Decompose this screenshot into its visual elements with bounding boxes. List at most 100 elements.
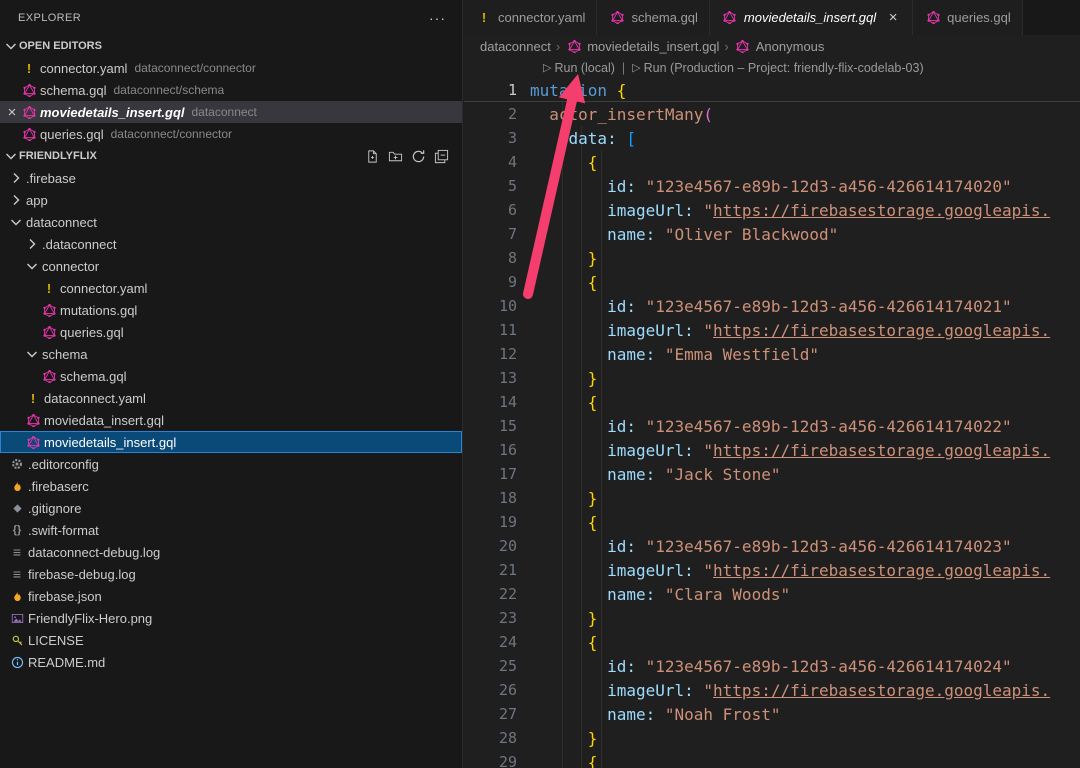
line-number[interactable]: 2: [464, 105, 530, 123]
workspace-header[interactable]: FRIENDLYFLIX: [0, 145, 462, 167]
line-number[interactable]: 17: [464, 465, 530, 483]
code-line-24[interactable]: 24 {: [464, 630, 1080, 654]
code-line-8[interactable]: 8 }: [464, 246, 1080, 270]
tree-item-.dataconnect[interactable]: .dataconnect: [0, 233, 462, 255]
code-line-2[interactable]: 2 actor_insertMany(: [464, 102, 1080, 126]
code-line-17[interactable]: 17 name: "Jack Stone": [464, 462, 1080, 486]
line-number[interactable]: 26: [464, 681, 530, 699]
breadcrumb-item-Anonymous[interactable]: Anonymous: [734, 39, 825, 54]
close-icon[interactable]: ×: [885, 10, 901, 25]
breadcrumb-item-moviedetails_insert.gql[interactable]: moviedetails_insert.gql: [565, 39, 719, 54]
code-line-18[interactable]: 18 }: [464, 486, 1080, 510]
tree-item-connector[interactable]: connector: [0, 255, 462, 277]
codelens-run-local[interactable]: ▷ Run (local): [543, 61, 615, 75]
code-line-1[interactable]: 1mutation {: [464, 78, 1080, 102]
new-file-icon[interactable]: [364, 148, 380, 164]
code-line-5[interactable]: 5 id: "123e4567-e89b-12d3-a456-426614174…: [464, 174, 1080, 198]
tree-item-connector.yaml[interactable]: !connector.yaml: [0, 277, 462, 299]
line-number[interactable]: 7: [464, 225, 530, 243]
code-line-11[interactable]: 11 imageUrl: "https://firebasestorage.go…: [464, 318, 1080, 342]
code-line-15[interactable]: 15 id: "123e4567-e89b-12d3-a456-42661417…: [464, 414, 1080, 438]
close-icon[interactable]: ×: [4, 105, 20, 120]
tree-item-mutations.gql[interactable]: mutations.gql: [0, 299, 462, 321]
tree-item-schema[interactable]: schema: [0, 343, 462, 365]
code-line-10[interactable]: 10 id: "123e4567-e89b-12d3-a456-42661417…: [464, 294, 1080, 318]
open-editor-schema.gql[interactable]: schema.gqldataconnect/schema: [0, 79, 462, 101]
line-number[interactable]: 27: [464, 705, 530, 723]
tree-item-app[interactable]: app: [0, 189, 462, 211]
line-number[interactable]: 24: [464, 633, 530, 651]
tree-item-.firebaserc[interactable]: .firebaserc: [0, 475, 462, 497]
code-line-13[interactable]: 13 }: [464, 366, 1080, 390]
code-line-22[interactable]: 22 name: "Clara Woods": [464, 582, 1080, 606]
line-number[interactable]: 4: [464, 153, 530, 171]
line-number[interactable]: 22: [464, 585, 530, 603]
code-line-6[interactable]: 6 imageUrl: "https://firebasestorage.goo…: [464, 198, 1080, 222]
collapse-all-icon[interactable]: [433, 148, 449, 164]
code-line-20[interactable]: 20 id: "123e4567-e89b-12d3-a456-42661417…: [464, 534, 1080, 558]
tree-item-queries.gql[interactable]: queries.gql: [0, 321, 462, 343]
tree-item-moviedetails_insert.gql[interactable]: moviedetails_insert.gql: [0, 431, 462, 453]
open-editor-moviedetails_insert.gql[interactable]: ×moviedetails_insert.gqldataconnect: [0, 101, 462, 123]
tree-item-dataconnect[interactable]: dataconnect: [0, 211, 462, 233]
line-number[interactable]: 5: [464, 177, 530, 195]
new-folder-icon[interactable]: [387, 148, 403, 164]
code-line-12[interactable]: 12 name: "Emma Westfield": [464, 342, 1080, 366]
open-editor-queries.gql[interactable]: queries.gqldataconnect/connector: [0, 123, 462, 145]
code-line-27[interactable]: 27 name: "Noah Frost": [464, 702, 1080, 726]
line-number[interactable]: 23: [464, 609, 530, 627]
line-number[interactable]: 16: [464, 441, 530, 459]
code-line-14[interactable]: 14 {: [464, 390, 1080, 414]
tree-item-dataconnect-debug.log[interactable]: ≡dataconnect-debug.log: [0, 541, 462, 563]
line-number[interactable]: 14: [464, 393, 530, 411]
codelens-run-production[interactable]: ▷ Run (Production – Project: friendly-fl…: [632, 61, 923, 75]
tree-item-dataconnect.yaml[interactable]: !dataconnect.yaml: [0, 387, 462, 409]
code-line-26[interactable]: 26 imageUrl: "https://firebasestorage.go…: [464, 678, 1080, 702]
line-number[interactable]: 25: [464, 657, 530, 675]
breadcrumb-item-dataconnect[interactable]: dataconnect: [480, 39, 551, 54]
tree-item-LICENSE[interactable]: LICENSE: [0, 629, 462, 651]
open-editor-connector.yaml[interactable]: !connector.yamldataconnect/connector: [0, 57, 462, 79]
code-line-28[interactable]: 28 }: [464, 726, 1080, 750]
line-number[interactable]: 1: [464, 81, 530, 99]
code-line-25[interactable]: 25 id: "123e4567-e89b-12d3-a456-42661417…: [464, 654, 1080, 678]
refresh-icon[interactable]: [410, 148, 426, 164]
line-number[interactable]: 8: [464, 249, 530, 267]
line-number[interactable]: 6: [464, 201, 530, 219]
code-line-29[interactable]: 29 {: [464, 750, 1080, 768]
tree-item-README.md[interactable]: README.md: [0, 651, 462, 673]
tree-item-schema.gql[interactable]: schema.gql: [0, 365, 462, 387]
tab-queries.gql[interactable]: queries.gql: [913, 0, 1023, 35]
code-line-9[interactable]: 9 {: [464, 270, 1080, 294]
line-number[interactable]: 18: [464, 489, 530, 507]
code-line-19[interactable]: 19 {: [464, 510, 1080, 534]
tab-connector.yaml[interactable]: !connector.yaml: [464, 0, 597, 35]
code-line-3[interactable]: 3 data: [: [464, 126, 1080, 150]
code-line-23[interactable]: 23 }: [464, 606, 1080, 630]
line-number[interactable]: 15: [464, 417, 530, 435]
code-line-21[interactable]: 21 imageUrl: "https://firebasestorage.go…: [464, 558, 1080, 582]
tab-moviedetails_insert.gql[interactable]: moviedetails_insert.gql×: [710, 0, 913, 35]
more-actions-icon[interactable]: ···: [429, 10, 446, 26]
tab-schema.gql[interactable]: schema.gql: [597, 0, 709, 35]
code-line-4[interactable]: 4 {: [464, 150, 1080, 174]
line-number[interactable]: 10: [464, 297, 530, 315]
line-number[interactable]: 13: [464, 369, 530, 387]
tree-item-firebase-debug.log[interactable]: ≡firebase-debug.log: [0, 563, 462, 585]
tree-item-firebase.json[interactable]: firebase.json: [0, 585, 462, 607]
line-number[interactable]: 3: [464, 129, 530, 147]
tree-item-.firebase[interactable]: .firebase: [0, 167, 462, 189]
code-line-7[interactable]: 7 name: "Oliver Blackwood": [464, 222, 1080, 246]
line-number[interactable]: 9: [464, 273, 530, 291]
tree-item-.swift-format[interactable]: {}.swift-format: [0, 519, 462, 541]
tree-item-.gitignore[interactable]: .gitignore: [0, 497, 462, 519]
tree-item-moviedata_insert.gql[interactable]: moviedata_insert.gql: [0, 409, 462, 431]
line-number[interactable]: 12: [464, 345, 530, 363]
line-number[interactable]: 20: [464, 537, 530, 555]
tree-item-.editorconfig[interactable]: .editorconfig: [0, 453, 462, 475]
line-number[interactable]: 29: [464, 753, 530, 768]
line-number[interactable]: 21: [464, 561, 530, 579]
line-number[interactable]: 28: [464, 729, 530, 747]
line-number[interactable]: 19: [464, 513, 530, 531]
line-number[interactable]: 11: [464, 321, 530, 339]
